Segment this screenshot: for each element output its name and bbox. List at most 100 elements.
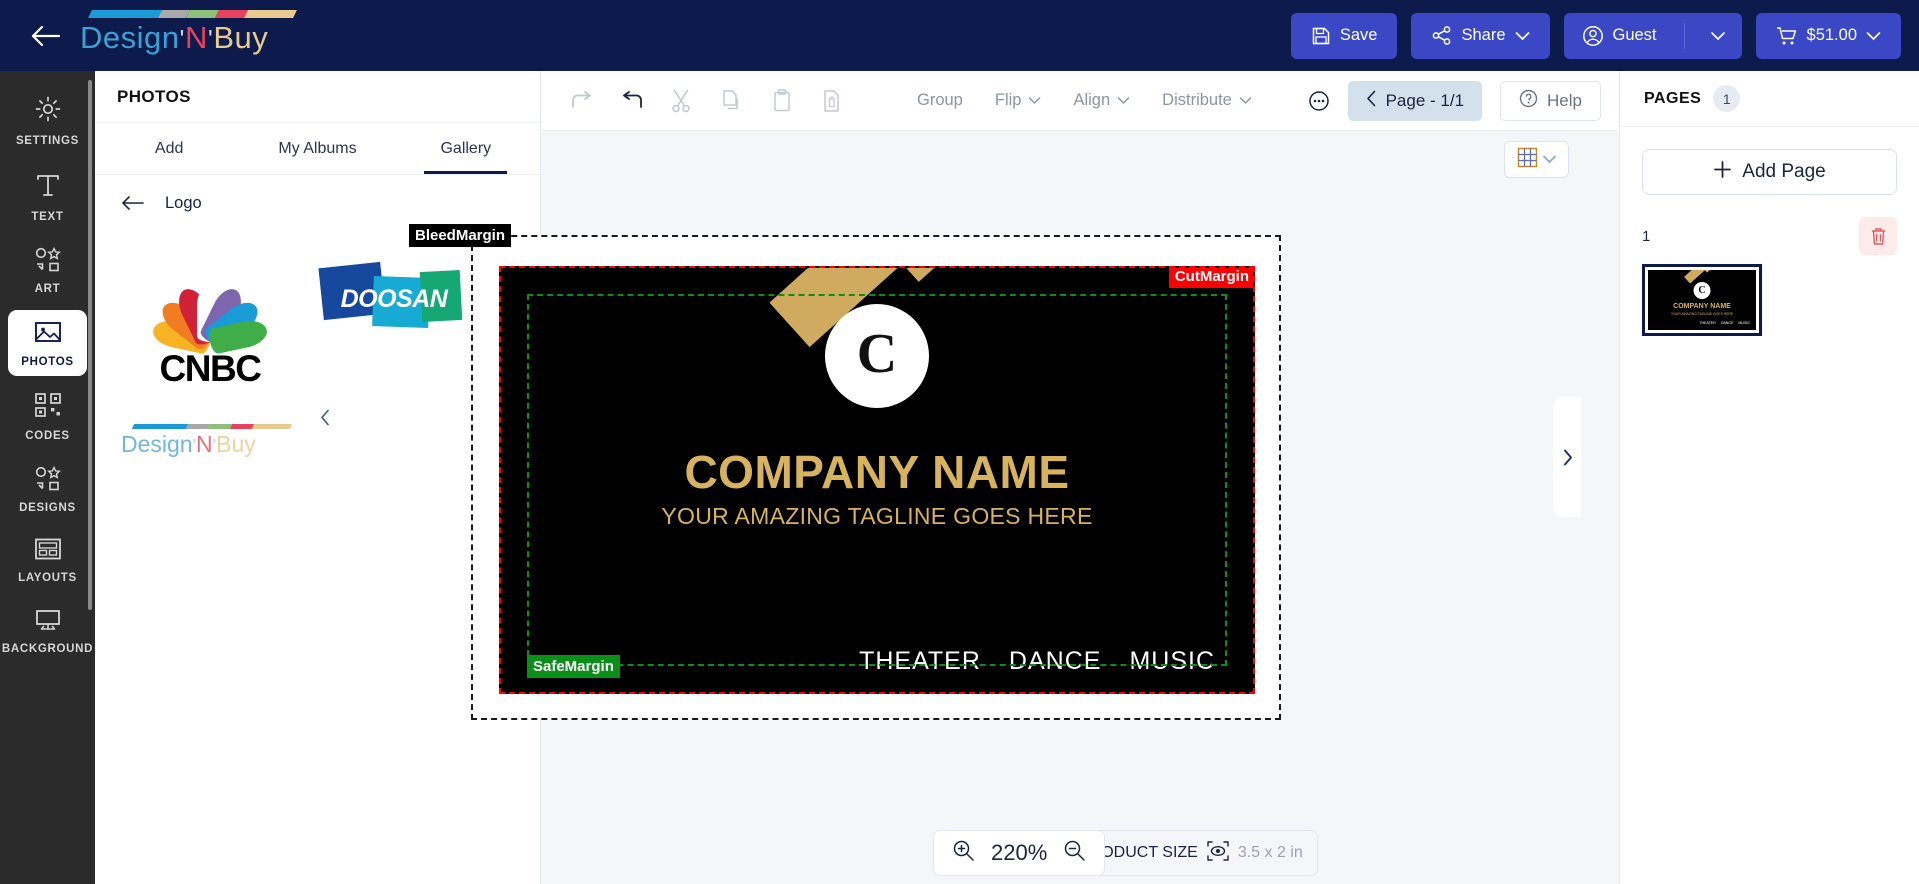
breadcrumb-back-icon[interactable] xyxy=(121,195,145,211)
guest-button[interactable]: Guest xyxy=(1563,12,1742,59)
delete-file-icon[interactable] xyxy=(807,76,857,126)
sidebar-label: LAYOUTS xyxy=(18,572,77,585)
chevron-down-icon xyxy=(1866,31,1881,41)
sidebar-item-photos[interactable]: PHOTOS xyxy=(8,309,87,376)
add-page-button[interactable]: Add Page xyxy=(1642,149,1897,195)
align-menu[interactable]: Align xyxy=(1057,76,1146,126)
redo-icon[interactable] xyxy=(557,76,607,126)
page-thumbnail-1[interactable]: C COMPANY NAME YOUR AMAZING TAGLINE GOES… xyxy=(1642,264,1762,336)
cart-total: $51.00 xyxy=(1806,26,1857,44)
canvas-stage[interactable]: BleedMargin C COMPANY NAME YOUR AMAZING … xyxy=(311,131,1619,884)
paste-icon[interactable] xyxy=(757,76,807,126)
peacock-icon xyxy=(145,241,275,355)
layout-icon xyxy=(33,537,63,566)
help-label: Help xyxy=(1547,90,1582,110)
sidebar-label: TEXT xyxy=(31,211,64,224)
dnb-color-bar xyxy=(131,424,293,429)
back-arrow-icon[interactable] xyxy=(16,25,74,47)
cut-scissors-icon[interactable] xyxy=(657,76,707,126)
text-t-icon xyxy=(33,170,63,205)
thumb-footer-music: MUSIC xyxy=(1738,321,1750,325)
sidebar-label: SETTINGS xyxy=(15,135,80,147)
trash-icon[interactable] xyxy=(1859,217,1897,255)
dnb-part-2: N xyxy=(196,431,213,457)
zoom-out-icon[interactable] xyxy=(1063,839,1086,867)
brand-part-3: Buy xyxy=(213,19,269,55)
sidebar-label: PHOTOS xyxy=(21,355,74,368)
top-actions: Save Share Guest $51.00 xyxy=(1290,0,1901,71)
gallery-item-cnbc[interactable]: CNBC xyxy=(121,241,299,390)
distribute-menu[interactable]: Distribute xyxy=(1146,76,1268,126)
copy-icon[interactable] xyxy=(707,76,757,126)
tab-my-albums[interactable]: My Albums xyxy=(243,123,391,174)
chevron-down-icon xyxy=(1239,91,1252,110)
top-bar: Design'N'Buy Save Share Guest $51.00 xyxy=(0,0,1919,71)
preview-eye-icon[interactable] xyxy=(1206,840,1230,867)
pages-title: PAGES xyxy=(1644,89,1702,107)
sidebar-label: CODES xyxy=(25,429,70,442)
cart-button[interactable]: $51.00 xyxy=(1755,12,1901,59)
cnbc-wordmark: CNBC xyxy=(159,348,262,389)
shapes-icon xyxy=(33,246,63,277)
card-company-name[interactable]: COMPANY NAME xyxy=(501,445,1253,499)
sidebar-item-codes[interactable]: CODES xyxy=(8,382,87,450)
save-floppy-icon xyxy=(1311,26,1331,46)
footer-item-theater[interactable]: THEATER xyxy=(859,647,981,676)
card-tagline[interactable]: YOUR AMAZING TAGLINE GOES HERE xyxy=(501,503,1253,530)
sidebar-item-background[interactable]: BACKGROUND xyxy=(2,599,92,663)
gallery-item-doosan[interactable]: DOOSAN xyxy=(318,261,463,335)
thumb-footer: THEATER DANCE MUSIC xyxy=(1699,321,1750,325)
align-label: Align xyxy=(1073,91,1111,109)
chevron-down-icon xyxy=(1710,31,1726,41)
gallery-item-design-n-buy[interactable]: Design'N'Buy xyxy=(121,424,299,458)
design-card[interactable]: C COMPANY NAME YOUR AMAZING TAGLINE GOES… xyxy=(499,266,1255,694)
thumb-footer-theater: THEATER xyxy=(1699,321,1716,325)
chevron-down-icon xyxy=(1117,91,1130,110)
guest-segment[interactable]: Guest xyxy=(1564,13,1675,59)
more-options-icon[interactable] xyxy=(1294,76,1344,126)
page-nav-button[interactable]: Page - 1/1 xyxy=(1347,80,1483,121)
sidebar-item-text[interactable]: TEXT xyxy=(8,161,87,231)
sidebar-item-settings[interactable]: SETTINGS xyxy=(8,85,87,155)
left-rail: SETTINGS TEXT ART PHOTOS CODES DESIGNS L… xyxy=(0,71,95,884)
group-menu[interactable]: Group xyxy=(901,76,979,126)
tab-add[interactable]: Add xyxy=(95,123,243,174)
distribute-label: Distribute xyxy=(1162,91,1232,109)
sidebar-label: DESIGNS xyxy=(19,502,76,515)
page-thumbnail-preview: C COMPANY NAME YOUR AMAZING TAGLINE GOES… xyxy=(1648,270,1756,330)
help-button[interactable]: Help xyxy=(1500,80,1601,121)
page-nav-label: Page - 1/1 xyxy=(1385,90,1465,110)
sidebar-item-layouts[interactable]: LAYOUTS xyxy=(8,528,87,592)
sidebar-item-art[interactable]: ART xyxy=(8,237,87,303)
grid-icon xyxy=(1517,147,1538,173)
help-circle-icon xyxy=(1519,89,1538,113)
guest-divider xyxy=(1683,22,1685,49)
zoom-in-icon[interactable] xyxy=(952,839,975,867)
sidebar-label: BACKGROUND xyxy=(1,642,94,655)
thumb-footer-dance: DANCE xyxy=(1720,321,1734,325)
tab-gallery[interactable]: Gallery xyxy=(392,123,540,174)
footer-item-dance[interactable]: DANCE xyxy=(1009,647,1102,676)
image-icon xyxy=(33,319,63,350)
gear-icon xyxy=(33,94,63,129)
next-page-arrow[interactable] xyxy=(1553,397,1581,517)
card-footer: THEATER DANCE MUSIC xyxy=(859,647,1215,676)
rail-scrollbar[interactable] xyxy=(88,80,92,610)
undo-icon[interactable] xyxy=(607,76,657,126)
share-button[interactable]: Share xyxy=(1411,12,1550,59)
guest-dropdown-toggle[interactable] xyxy=(1694,13,1742,59)
flip-menu[interactable]: Flip xyxy=(979,76,1058,126)
flip-label: Flip xyxy=(994,91,1022,109)
save-label: Save xyxy=(1339,26,1378,44)
sidebar-item-designs[interactable]: DESIGNS xyxy=(8,456,87,522)
thumb-company-name: COMPANY NAME xyxy=(1673,303,1731,310)
card-logo-letter: C xyxy=(856,323,898,385)
canvas-toolbar: Group Flip Align Distribute Page - 1/1 H… xyxy=(541,71,1619,131)
footer-item-music[interactable]: MUSIC xyxy=(1129,647,1215,676)
chevron-left-icon xyxy=(1366,90,1377,112)
zoom-level: 220% xyxy=(991,840,1048,865)
grid-view-select[interactable] xyxy=(1504,141,1569,178)
save-button[interactable]: Save xyxy=(1290,12,1398,59)
prev-page-arrow[interactable] xyxy=(311,357,339,477)
brand-part-1: Design xyxy=(80,19,180,55)
